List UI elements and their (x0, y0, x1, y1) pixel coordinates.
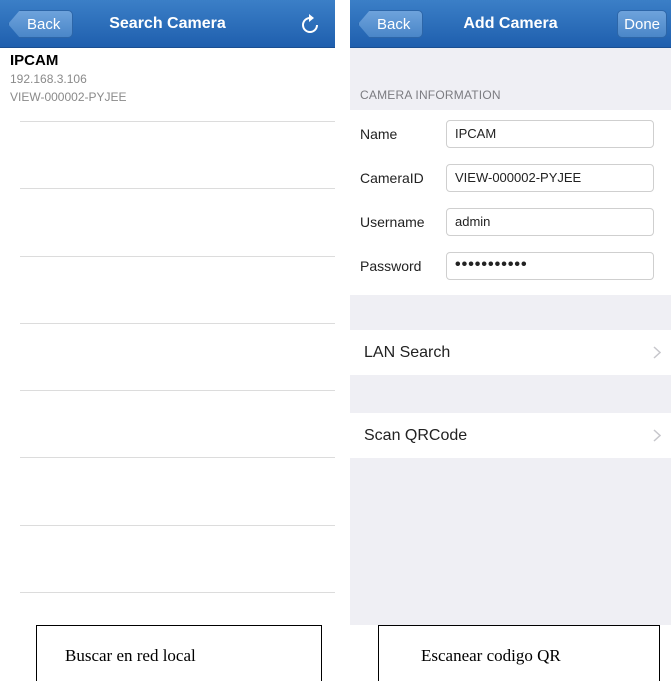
username-label: Username (360, 214, 425, 230)
list-separator (20, 592, 335, 593)
scan-qrcode-label: Scan QRCode (364, 427, 468, 444)
chevron-right-icon (653, 429, 661, 442)
back-button[interactable]: Back (8, 10, 74, 38)
password-label: Password (360, 258, 422, 274)
section-header: CAMERA INFORMATION (360, 88, 501, 102)
add-camera-screen: Back Add Camera Done CAMERA INFORMATION … (350, 0, 671, 625)
username-row: Username admin (350, 202, 671, 242)
list-separator (20, 121, 335, 122)
password-row: Password ••••••••••• (350, 246, 671, 286)
name-field[interactable]: IPCAM (446, 120, 654, 148)
device-ip: 192.168.3.106 (10, 72, 87, 86)
password-field[interactable]: ••••••••••• (446, 252, 654, 280)
back-button[interactable]: Back (358, 10, 424, 38)
username-field[interactable]: admin (446, 208, 654, 236)
list-separator (20, 457, 335, 458)
list-separator (20, 188, 335, 189)
list-separator (20, 525, 335, 526)
page-title: Search Camera (109, 15, 226, 32)
list-separator (20, 256, 335, 257)
name-label: Name (360, 126, 398, 142)
device-list-item[interactable]: IPCAM 192.168.3.106 VIEW-000002-PYJEE (10, 52, 335, 106)
search-camera-screen: Back Search Camera IPCAM 192.168.3.106 V… (0, 0, 335, 625)
page-title: Add Camera (463, 15, 558, 32)
chevron-right-icon (653, 346, 661, 359)
camera-id-field[interactable]: VIEW-000002-PYJEE (446, 164, 654, 192)
lan-search-label: LAN Search (364, 344, 451, 361)
caption-scan-qr: Escanear codigo QR (378, 625, 660, 681)
list-separator (20, 390, 335, 391)
scan-qrcode-button[interactable]: Scan QRCode (350, 413, 671, 458)
name-row: Name IPCAM (350, 114, 671, 154)
search-camera-nav-bar: Back Search Camera (0, 0, 335, 48)
refresh-icon[interactable] (297, 11, 323, 37)
camera-info-form: Name IPCAM CameraID VIEW-000002-PYJEE Us… (350, 110, 671, 295)
camera-id-label: CameraID (360, 170, 424, 186)
camera-id-row: CameraID VIEW-000002-PYJEE (350, 158, 671, 198)
device-name: IPCAM (10, 52, 59, 69)
done-button[interactable]: Done (617, 10, 667, 38)
device-id: VIEW-000002-PYJEE (10, 90, 127, 104)
lan-search-button[interactable]: LAN Search (350, 330, 671, 375)
list-separator (20, 323, 335, 324)
add-camera-nav-bar: Back Add Camera Done (350, 0, 671, 48)
caption-lan-search: Buscar en red local (36, 625, 322, 681)
